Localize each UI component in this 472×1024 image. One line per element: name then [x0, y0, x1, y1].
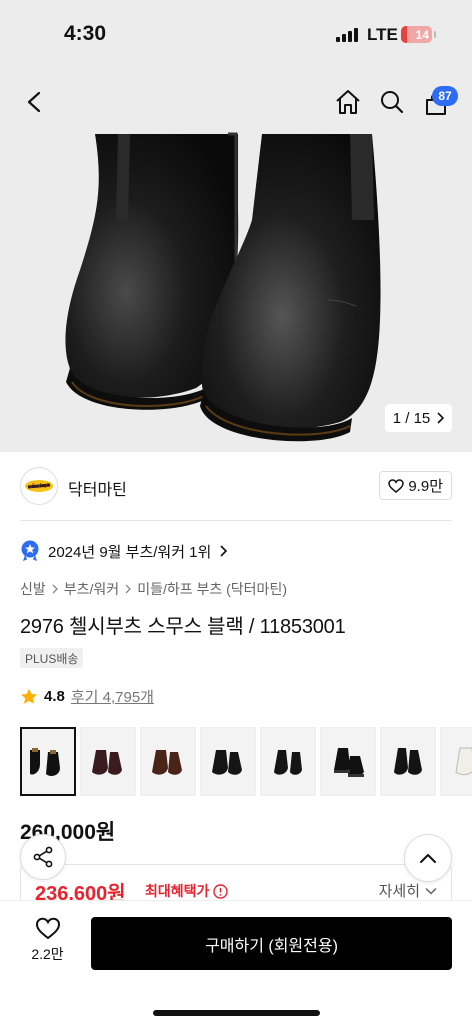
network-label: LTE — [367, 25, 398, 44]
battery-icon: 14 — [401, 26, 436, 43]
detail-link[interactable]: 자세히 — [379, 880, 437, 901]
chevron-right-icon — [437, 412, 445, 424]
chevron-right-icon — [125, 584, 132, 594]
brand-name: 닥터마틴 — [68, 482, 127, 499]
detail-link-label: 자세히 — [378, 883, 420, 900]
thumbnail-option[interactable] — [20, 727, 76, 796]
share-icon — [33, 846, 53, 868]
brand-like-button[interactable]: 9.9만 — [379, 471, 452, 500]
heart-icon — [35, 917, 60, 940]
back-button[interactable] — [20, 88, 48, 116]
product-title: 2976 첼시부츠 스무스 블랙 / 11853001 — [20, 616, 346, 638]
signal-icon — [336, 28, 358, 42]
breadcrumb: 신발 부츠/워커 미들/하프 부츠 (닥터마틴) — [20, 579, 287, 599]
thumbnail-option[interactable] — [260, 727, 316, 796]
search-icon — [381, 91, 404, 114]
cart-count-badge: 87 — [432, 86, 458, 106]
chevron-right-icon — [52, 584, 58, 594]
thumbnail-option[interactable] — [440, 727, 472, 796]
info-icon[interactable] — [213, 883, 229, 899]
scroll-top-button[interactable] — [404, 834, 452, 882]
product-image-gallery[interactable] — [0, 70, 472, 452]
breadcrumb-item[interactable]: 부츠/워커 — [64, 579, 119, 599]
chevron-down-icon — [425, 887, 437, 895]
rating-row: 4.8 후기 4,795개 — [20, 686, 154, 707]
share-button[interactable] — [20, 834, 66, 880]
heart-icon — [388, 478, 405, 493]
buy-button[interactable]: 구매하기 (회원전용) — [91, 917, 452, 970]
delivery-badge: PLUS배송 — [20, 648, 84, 668]
status-time: 4:30 — [64, 22, 107, 45]
status-bar: 4:30 LTE 14 — [0, 0, 472, 70]
ranking-link[interactable]: 2024년 9월 부츠/워커 1위 — [20, 540, 228, 562]
chevron-left-icon — [27, 91, 41, 113]
thumbnail-option[interactable] — [380, 727, 436, 796]
wish-button[interactable]: 2.2만 — [20, 917, 75, 964]
image-counter-text: 1 / 15 — [392, 409, 431, 427]
rating-score: 4.8 — [44, 688, 65, 705]
max-benefit-label: 최대혜택가 — [145, 881, 229, 901]
search-button[interactable] — [378, 87, 406, 117]
thumbnail-option[interactable] — [140, 727, 196, 796]
chevron-up-icon — [420, 854, 436, 863]
wish-count: 2.2만 — [31, 946, 64, 962]
thumbnail-option[interactable] — [320, 727, 376, 796]
thumbnail-option[interactable] — [80, 727, 136, 796]
thumbnail-option[interactable] — [200, 727, 256, 796]
breadcrumb-item[interactable]: 신발 — [20, 579, 46, 599]
brand-like-count: 9.9만 — [408, 478, 443, 495]
max-benefit-text: 최대혜택가 — [145, 883, 210, 899]
chevron-right-icon — [220, 545, 228, 557]
star-icon — [21, 688, 37, 704]
color-thumbnails — [20, 727, 472, 796]
ranking-badge-icon — [21, 540, 39, 562]
battery-level: 14 — [415, 27, 429, 42]
product-image — [65, 132, 381, 442]
image-counter[interactable]: 1 / 15 — [385, 404, 452, 432]
ranking-text: 2024년 9월 부츠/워커 1위 — [48, 543, 212, 561]
bottom-action-bar: 2.2만 구매하기 (회원전용) — [0, 900, 472, 1024]
brand-row[interactable]: 닥터마틴 9.9만 — [20, 465, 452, 521]
home-button[interactable] — [334, 87, 362, 117]
home-icon — [336, 90, 360, 114]
brand-logo — [20, 467, 58, 505]
review-link[interactable]: 후기 4,795개 — [71, 686, 154, 707]
breadcrumb-item[interactable]: 미들/하프 부츠 (닥터마틴) — [137, 579, 287, 599]
home-indicator — [153, 1010, 320, 1016]
